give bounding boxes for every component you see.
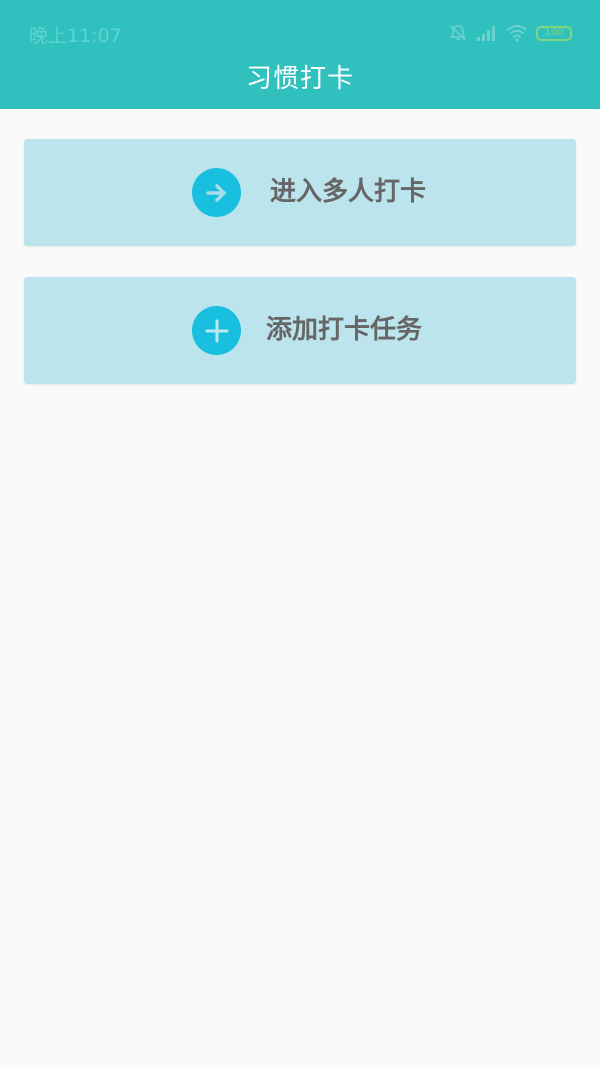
- status-icons: 100: [448, 22, 572, 44]
- add-checkin-task-label: 添加打卡任务: [266, 315, 423, 345]
- join-group-checkin-button[interactable]: 进入多人打卡: [24, 139, 576, 246]
- add-checkin-task-button[interactable]: 添加打卡任务: [24, 277, 576, 384]
- wifi-icon: [506, 24, 528, 42]
- arrow-right-icon: [192, 168, 241, 217]
- status-bar: 晚上11:07 100: [0, 0, 600, 66]
- join-group-checkin-label: 进入多人打卡: [270, 177, 427, 207]
- status-time: 晚上11:07: [29, 25, 122, 47]
- battery-icon: 100: [536, 25, 572, 41]
- page-title: 习惯打卡: [245, 64, 354, 94]
- plus-icon: [192, 306, 241, 355]
- battery-level: 100: [544, 27, 564, 38]
- bell-muted-icon: [448, 23, 468, 43]
- app-header: 晚上11:07 100 习惯打卡: [0, 0, 600, 109]
- signal-icon: [476, 24, 498, 42]
